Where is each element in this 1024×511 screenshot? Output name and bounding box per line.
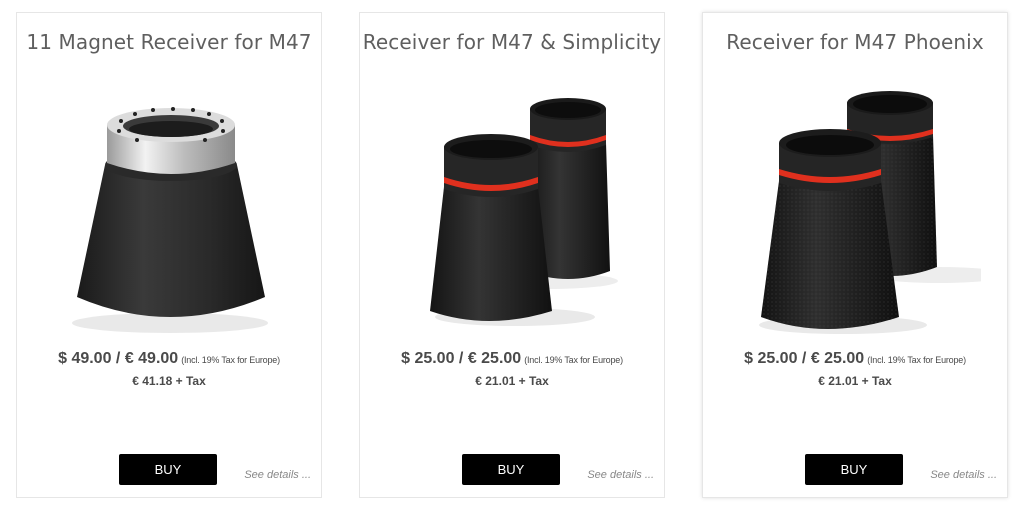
product-card: 11 Magnet Receiver for M47 $ 49.00 / € 4… xyxy=(16,12,322,498)
see-details-link[interactable]: See details ... xyxy=(244,469,311,481)
see-details-link[interactable]: See details ... xyxy=(587,469,654,481)
product-image[interactable] xyxy=(731,85,981,343)
buy-button[interactable]: BUY xyxy=(462,454,560,485)
net-price: € 41.18 + Tax xyxy=(132,374,206,388)
see-details-link[interactable]: See details ... xyxy=(930,469,997,481)
price: $ 25.00 / € 25.00 (Incl. 19% Tax for Euro… xyxy=(703,350,1007,368)
tax-note: (Incl. 19% Tax for Europe) xyxy=(181,355,280,365)
tax-note: (Incl. 19% Tax for Europe) xyxy=(867,355,966,365)
product-image[interactable] xyxy=(45,85,295,343)
price: $ 49.00 / € 49.00 (Incl. 19% Tax for Euro… xyxy=(17,350,321,368)
price-amount: $ 25.00 / € 25.00 xyxy=(744,350,865,367)
product-card: Receiver for M47 Phoenix $ 25.00 / € 25.… xyxy=(702,12,1008,498)
net-price: € 21.01 + Tax xyxy=(475,374,549,388)
product-card: Receiver for M47 & Simplicity $ 25.00 / … xyxy=(359,12,665,498)
price: $ 25.00 / € 25.00 (Incl. 19% Tax for Euro… xyxy=(360,350,664,368)
product-title: Receiver for M47 & Simplicity xyxy=(362,30,662,54)
product-image[interactable] xyxy=(388,85,638,343)
buy-button[interactable]: BUY xyxy=(119,454,217,485)
buy-button[interactable]: BUY xyxy=(805,454,903,485)
price-amount: $ 25.00 / € 25.00 xyxy=(401,350,522,367)
net-price: € 21.01 + Tax xyxy=(818,374,892,388)
product-title: 11 Magnet Receiver for M47 xyxy=(26,30,312,54)
product-title: Receiver for M47 Phoenix xyxy=(726,30,984,54)
price-amount: $ 49.00 / € 49.00 xyxy=(58,350,179,367)
tax-note: (Incl. 19% Tax for Europe) xyxy=(524,355,623,365)
